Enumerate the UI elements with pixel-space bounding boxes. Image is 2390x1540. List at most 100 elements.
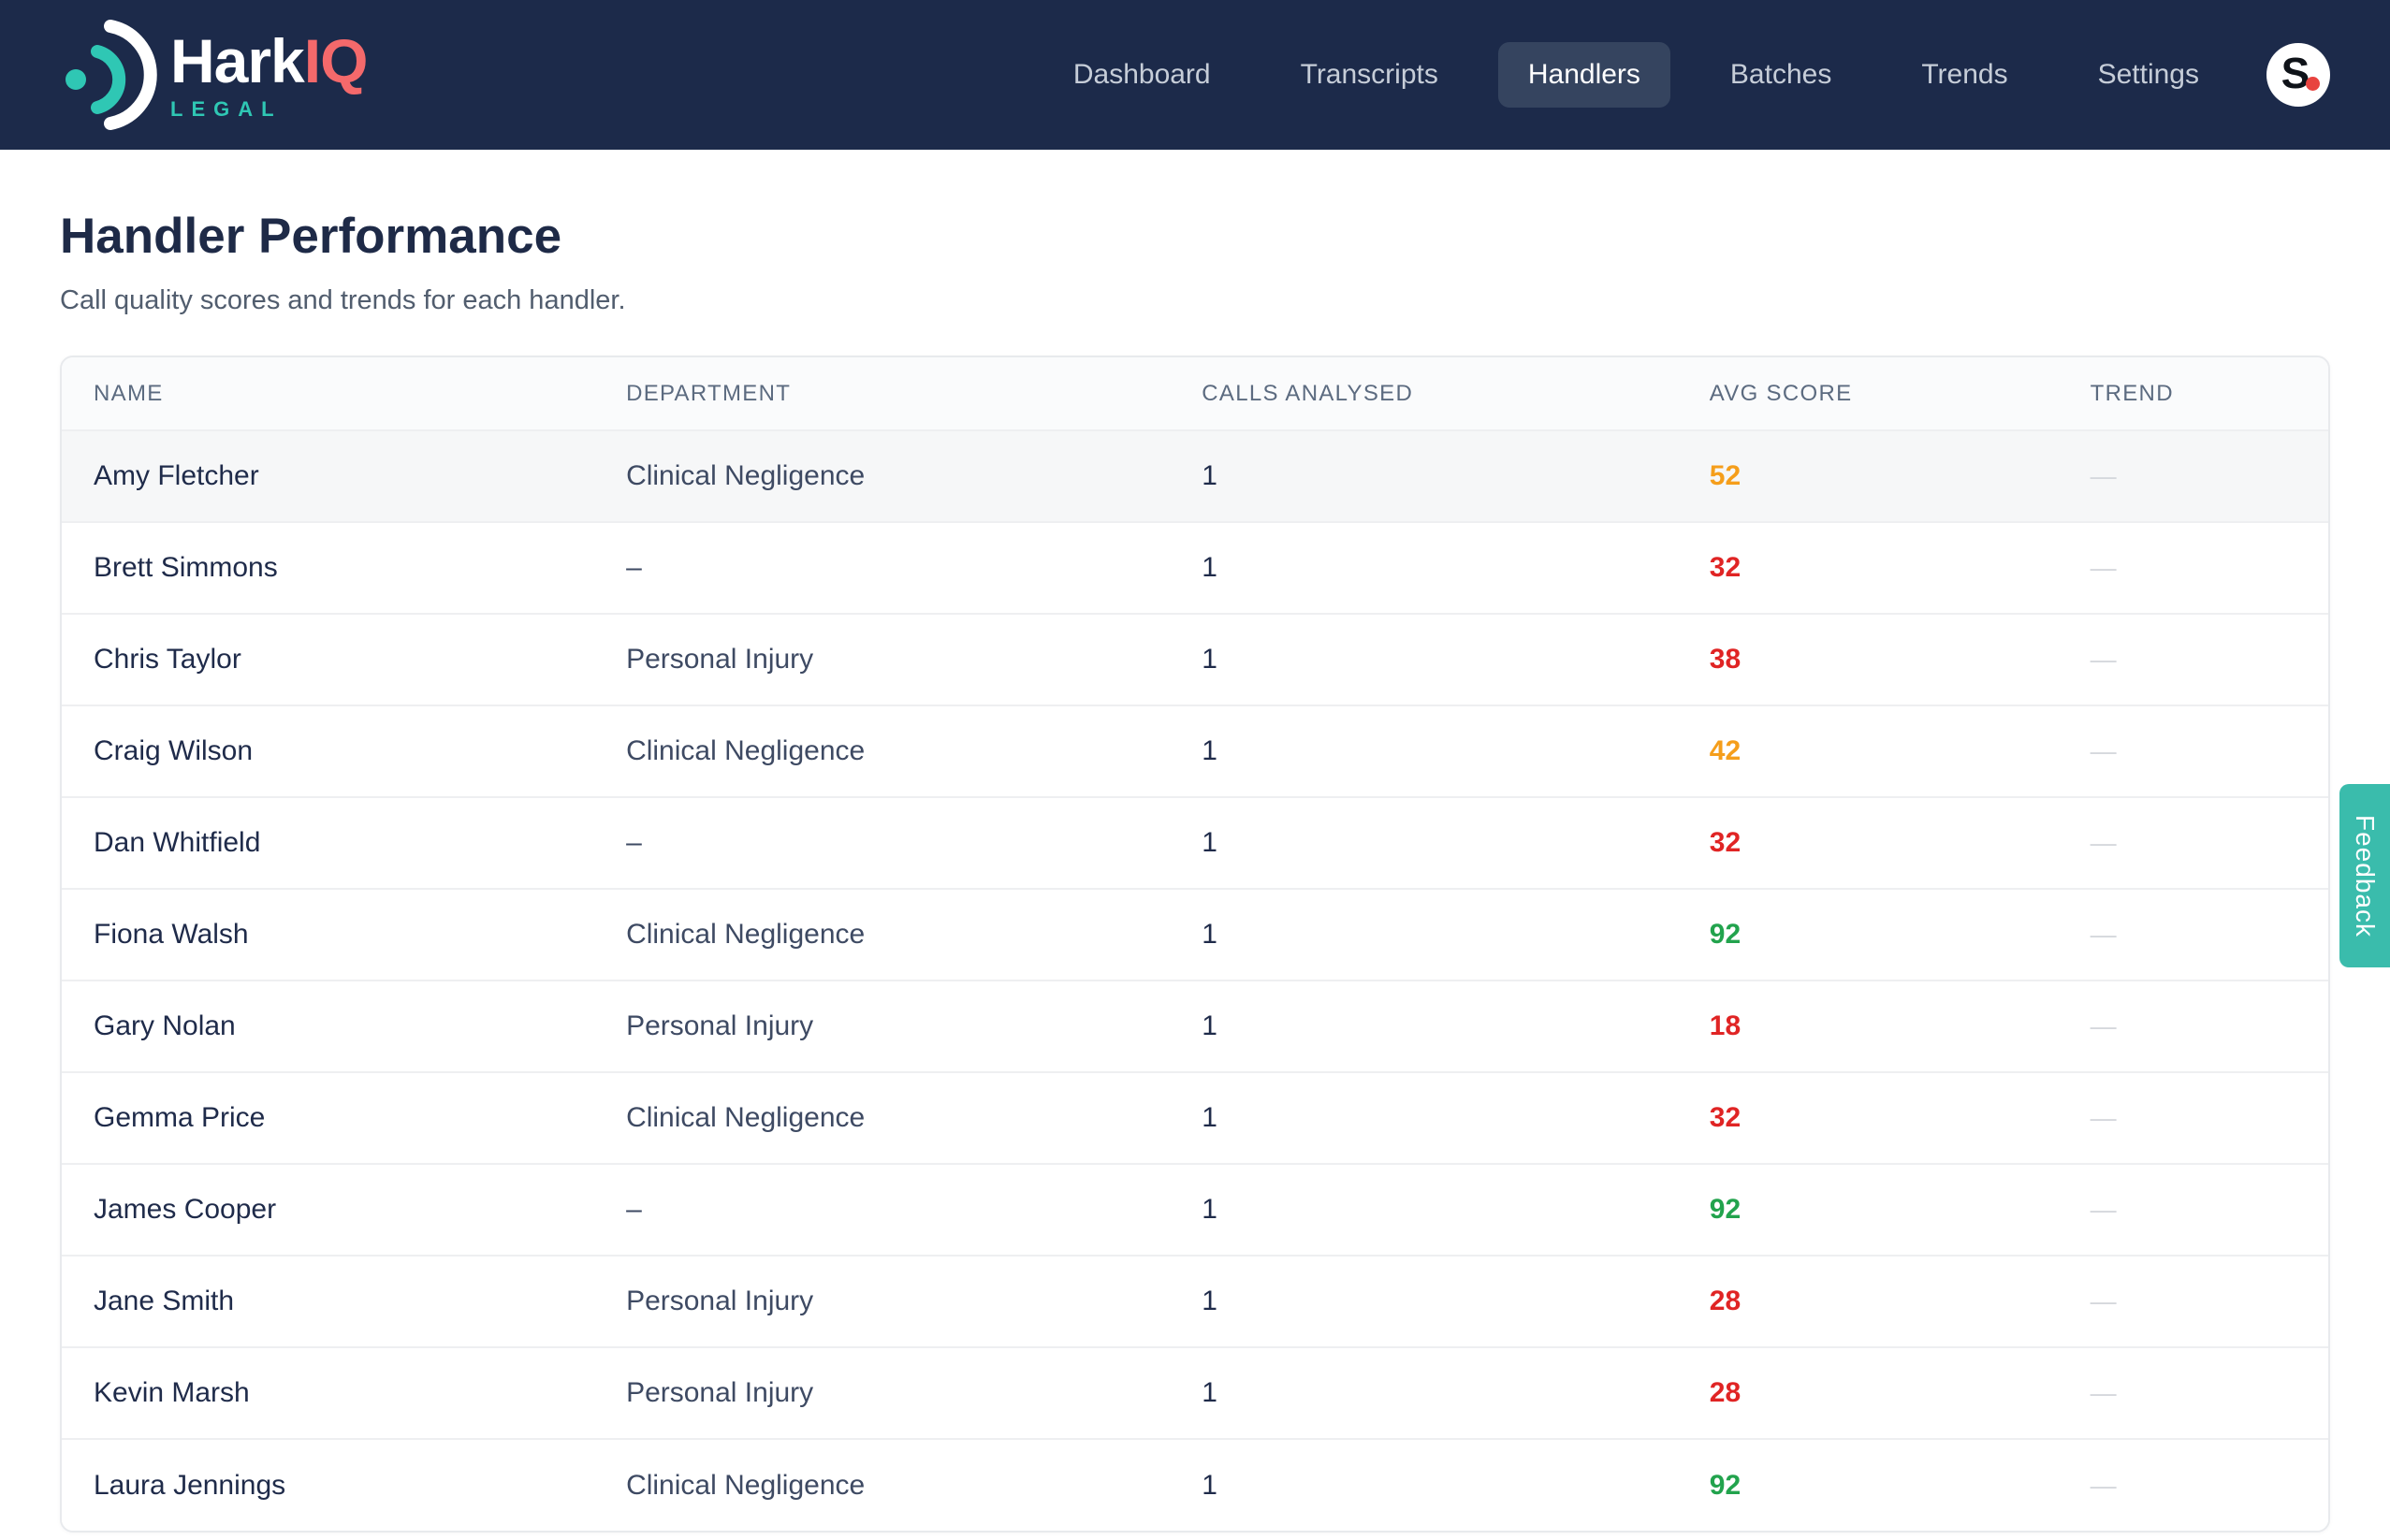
cell-trend: — bbox=[2090, 553, 2117, 582]
cell-trend: — bbox=[2090, 1195, 2117, 1224]
cell-score: 92 bbox=[1709, 919, 1741, 950]
cell-name: Brett Simmons bbox=[94, 552, 278, 583]
table-row[interactable]: Gary Nolan Personal Injury 1 18 — bbox=[62, 981, 2328, 1072]
cell-trend: — bbox=[2090, 1103, 2117, 1132]
column-header-name: Name bbox=[62, 357, 627, 430]
cell-name: Laura Jennings bbox=[94, 1469, 286, 1501]
cell-calls: 1 bbox=[1202, 644, 1217, 675]
table-row[interactable]: James Cooper – 1 92 — bbox=[62, 1164, 2328, 1256]
cell-trend: — bbox=[2090, 920, 2117, 949]
cell-trend: — bbox=[2090, 1286, 2117, 1315]
cell-calls: 1 bbox=[1202, 735, 1217, 766]
handler-table-body: Amy Fletcher Clinical Negligence 1 52— Brett… bbox=[62, 430, 2328, 1531]
cell-name: Craig Wilson bbox=[94, 735, 254, 766]
cell-name: Jane Smith bbox=[94, 1286, 235, 1316]
table-row[interactable]: Fiona Walsh Clinical Negligence 1 92 — bbox=[62, 889, 2328, 981]
cell-score: 32 bbox=[1709, 1102, 1741, 1133]
cell-dept: – bbox=[626, 552, 642, 583]
nav-item-settings[interactable]: Settings bbox=[2068, 42, 2229, 108]
top-navigation-bar: HarkIQ LEGAL Dashboard Transcripts Handler… bbox=[0, 0, 2390, 150]
cell-dept: Personal Injury bbox=[626, 1286, 814, 1316]
cell-trend: — bbox=[2090, 461, 2117, 490]
cell-score: 92 bbox=[1709, 1469, 1741, 1501]
table-row[interactable]: Laura Jennings Clinical Negligence 1 92 — bbox=[62, 1439, 2328, 1531]
handler-performance-table-card: Name Department Calls Analysed Avg Score Tre… bbox=[60, 356, 2330, 1533]
table-row[interactable]: Dan Whitfield – 1 32 — bbox=[62, 797, 2328, 889]
cell-name: Amy Fletcher bbox=[94, 460, 259, 491]
table-row[interactable]: Brett Simmons – 1 32 — bbox=[62, 522, 2328, 614]
cell-trend: — bbox=[2090, 828, 2117, 857]
page-title: Handler Performance bbox=[60, 209, 562, 264]
brand-wordmark: HarkIQ LEGAL bbox=[170, 26, 368, 121]
nav-item-trends[interactable]: Trends bbox=[1891, 42, 2037, 108]
cell-score: 18 bbox=[1709, 1010, 1741, 1041]
cell-trend: — bbox=[2090, 1470, 2117, 1500]
cell-name: Gemma Price bbox=[94, 1102, 266, 1133]
cell-trend: — bbox=[2090, 1011, 2117, 1040]
table-row[interactable]: Jane Smith Personal Injury 1 28 — bbox=[62, 1256, 2328, 1347]
nav-items: Dashboard Transcripts Handlers Batches Trend… bbox=[1043, 42, 2229, 108]
cell-trend: — bbox=[2090, 1378, 2117, 1407]
cell-dept: Clinical Negligence bbox=[626, 919, 866, 950]
cell-dept: Clinical Negligence bbox=[626, 1469, 866, 1501]
avatar-red-dot bbox=[2306, 77, 2320, 91]
cell-calls: 1 bbox=[1202, 919, 1217, 950]
cell-calls: 1 bbox=[1202, 460, 1217, 491]
cell-calls: 1 bbox=[1202, 552, 1217, 583]
cell-calls: 1 bbox=[1202, 1102, 1217, 1133]
cell-name: Dan Whitfield bbox=[94, 827, 261, 858]
cell-trend: — bbox=[2090, 736, 2117, 765]
cell-name: Kevin Marsh bbox=[94, 1377, 250, 1408]
page-subtitle: Call quality scores and trends for each … bbox=[60, 285, 626, 315]
cell-score: 28 bbox=[1709, 1377, 1741, 1408]
cell-calls: 1 bbox=[1202, 827, 1217, 858]
table-row[interactable]: Craig Wilson Clinical Negligence 1 42 — bbox=[62, 705, 2328, 797]
brand-tagline: LEGAL bbox=[170, 97, 283, 121]
nav-item-batches[interactable]: Batches bbox=[1700, 42, 1861, 108]
cell-dept: – bbox=[626, 1194, 642, 1225]
cell-calls: 1 bbox=[1202, 1194, 1217, 1225]
cell-name: Fiona Walsh bbox=[94, 919, 249, 950]
cell-dept: Personal Injury bbox=[626, 1010, 814, 1041]
column-header-avg-score: Avg Score bbox=[1709, 357, 2091, 430]
cell-name: Chris Taylor bbox=[94, 644, 241, 675]
column-header-department: Department bbox=[626, 357, 1202, 430]
column-header-calls-analysed: Calls Analysed bbox=[1202, 357, 1710, 430]
column-header-trend: Trend bbox=[2090, 357, 2328, 430]
cell-dept: Clinical Negligence bbox=[626, 735, 866, 766]
cell-calls: 1 bbox=[1202, 1377, 1217, 1408]
cell-name: Gary Nolan bbox=[94, 1010, 236, 1041]
cell-score: 32 bbox=[1709, 552, 1741, 583]
cell-dept: Personal Injury bbox=[626, 1377, 814, 1408]
cell-score: 92 bbox=[1709, 1194, 1741, 1225]
table-row[interactable]: Amy Fletcher Clinical Negligence 1 52 — bbox=[62, 430, 2328, 522]
nav-item-handlers[interactable]: Handlers bbox=[1497, 42, 1670, 108]
nav-item-transcripts[interactable]: Transcripts bbox=[1271, 42, 1468, 108]
soundwave-logo-icon bbox=[66, 20, 157, 130]
cell-score: 28 bbox=[1709, 1286, 1741, 1316]
cell-name: James Cooper bbox=[94, 1194, 277, 1225]
feedback-tab-label: Feedback bbox=[2351, 814, 2380, 937]
table-row[interactable]: Gemma Price Clinical Negligence 1 32 — bbox=[62, 1072, 2328, 1164]
brand-logo[interactable]: HarkIQ LEGAL bbox=[60, 18, 368, 132]
cell-score: 32 bbox=[1709, 827, 1741, 858]
cell-dept: Personal Injury bbox=[626, 644, 814, 675]
table-row[interactable]: Kevin Marsh Personal Injury 1 28 — bbox=[62, 1347, 2328, 1439]
cell-calls: 1 bbox=[1202, 1286, 1217, 1316]
cell-score: 52 bbox=[1709, 460, 1741, 491]
brand-name: HarkIQ bbox=[170, 26, 368, 95]
table-header-row: Name Department Calls Analysed Avg Score Tre… bbox=[62, 357, 2328, 430]
cell-calls: 1 bbox=[1202, 1469, 1217, 1501]
main-content: Handler Performance Call quality scores … bbox=[0, 150, 2390, 1533]
nav-item-dashboard[interactable]: Dashboard bbox=[1043, 42, 1241, 108]
cell-trend: — bbox=[2090, 645, 2117, 674]
handler-performance-table: Name Department Calls Analysed Avg Score Tre… bbox=[62, 357, 2328, 1531]
cell-score: 42 bbox=[1709, 735, 1741, 766]
cell-score: 38 bbox=[1709, 644, 1741, 675]
user-avatar[interactable]: S bbox=[2266, 43, 2330, 107]
feedback-tab-button[interactable]: Feedback bbox=[2339, 784, 2390, 967]
cell-dept: Clinical Negligence bbox=[626, 1102, 866, 1133]
table-row[interactable]: Chris Taylor Personal Injury 1 38 — bbox=[62, 614, 2328, 705]
avatar-letter: S bbox=[2281, 49, 2310, 97]
cell-dept: Clinical Negligence bbox=[626, 460, 866, 491]
